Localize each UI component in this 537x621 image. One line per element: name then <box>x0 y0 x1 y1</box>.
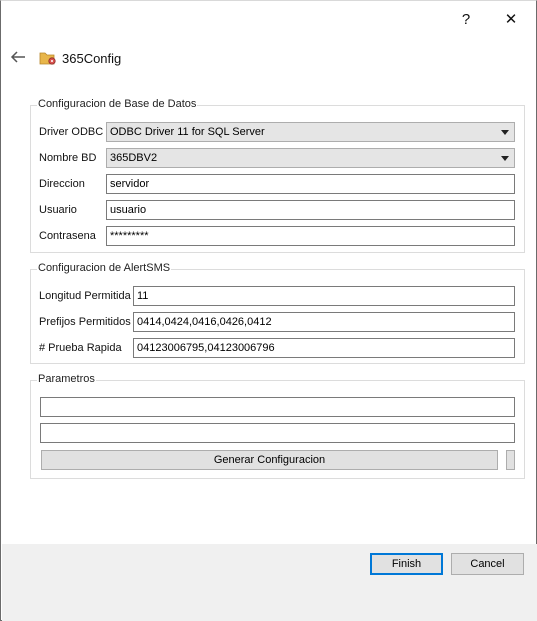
prefix-field[interactable]: 0414,0424,0416,0426,0412 <box>133 312 515 332</box>
length-field[interactable]: 11 <box>133 286 515 306</box>
address-field[interactable]: servidor <box>106 174 515 194</box>
sms-config-group: Configuracion de AlertSMS Longitud Permi… <box>30 262 525 364</box>
test-number-label: # Prueba Rapida <box>39 342 122 354</box>
title-bar: ? ✕ <box>1 1 536 37</box>
db-name-value: 365DBV2 <box>110 152 158 164</box>
driver-select[interactable]: ODBC Driver 11 for SQL Server <box>106 122 515 142</box>
user-label: Usuario <box>39 204 77 216</box>
length-label: Longitud Permitida <box>39 290 131 302</box>
folder-gear-icon <box>39 52 56 65</box>
db-config-group: Configuracion de Base de Datos Driver OD… <box>30 98 525 253</box>
sms-group-title: Configuracion de AlertSMS <box>37 262 172 274</box>
close-button[interactable]: ✕ <box>497 6 525 32</box>
chevron-down-icon <box>501 130 509 135</box>
driver-label: Driver ODBC <box>39 126 104 138</box>
generate-config-button[interactable]: Generar Configuracion <box>41 450 498 470</box>
db-group-title: Configuracion de Base de Datos <box>37 98 198 110</box>
help-button[interactable]: ? <box>452 6 480 32</box>
db-name-label: Nombre BD <box>39 152 97 164</box>
address-label: Direccion <box>39 178 85 190</box>
param-field-2[interactable] <box>40 423 515 443</box>
finish-button[interactable]: Finish <box>370 553 443 575</box>
arrow-left-icon <box>10 51 25 63</box>
param-field-1[interactable] <box>40 397 515 417</box>
params-group: Parametros Generar Configuracion <box>30 373 525 479</box>
close-icon: ✕ <box>504 11 518 28</box>
cancel-button[interactable]: Cancel <box>451 553 524 575</box>
password-label: Contrasena <box>39 230 96 242</box>
db-name-select[interactable]: 365DBV2 <box>106 148 515 168</box>
password-field[interactable]: ********* <box>106 226 515 246</box>
test-number-field[interactable]: 04123006795,04123006796 <box>133 338 515 358</box>
prefix-label: Prefijos Permitidos <box>39 316 131 328</box>
wizard-title: 365Config <box>62 51 122 66</box>
user-field[interactable]: usuario <box>106 200 515 220</box>
driver-value: ODBC Driver 11 for SQL Server <box>110 126 265 138</box>
help-icon: ? <box>461 10 471 28</box>
params-group-title: Parametros <box>37 373 96 385</box>
wizard-window: ? ✕ 365Config Configuracion de Base de D… <box>0 0 537 621</box>
side-button[interactable] <box>506 450 515 470</box>
dialog-footer: Finish Cancel <box>2 544 537 621</box>
chevron-down-icon <box>501 156 509 161</box>
back-button[interactable] <box>7 46 29 68</box>
